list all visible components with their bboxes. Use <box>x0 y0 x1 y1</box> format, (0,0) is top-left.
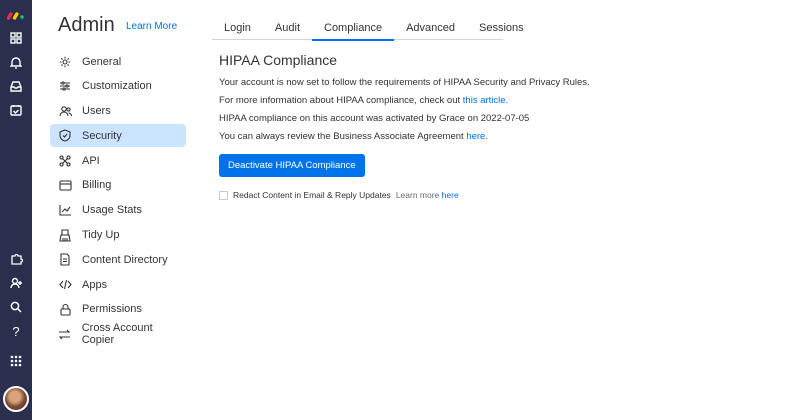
sidebar-item-cross-account-copier[interactable]: Cross Account Copier <box>50 322 186 347</box>
search-icon[interactable] <box>4 295 28 319</box>
sidebar-item-label: Content Directory <box>82 253 168 266</box>
sidebar-item-label: Customization <box>82 80 152 93</box>
sidebar-item-label: Permissions <box>82 303 142 316</box>
shield-icon <box>58 129 72 143</box>
learn-more-link[interactable]: Learn More <box>126 21 177 32</box>
tab-bar: Login Audit Compliance Advanced Sessions <box>212 18 524 41</box>
tab-compliance[interactable]: Compliance <box>312 18 395 41</box>
users-icon <box>58 104 72 118</box>
inbox-icon[interactable] <box>4 74 28 98</box>
sidebar-item-label: Billing <box>82 179 112 192</box>
sidebar-item-content-directory[interactable]: Content Directory <box>50 248 186 271</box>
sidebar-item-billing[interactable]: Billing <box>50 174 186 197</box>
sidebar-item-usage-stats[interactable]: Usage Stats <box>50 199 186 222</box>
avatar[interactable] <box>3 386 29 412</box>
apps-grid-icon[interactable] <box>4 349 28 373</box>
page-title: Admin <box>58 14 115 36</box>
sidebar-item-label: Tidy Up <box>82 229 120 242</box>
redact-content-row: Redact Content in Email & Reply Updates … <box>219 190 779 200</box>
tab-sessions[interactable]: Sessions <box>467 18 536 40</box>
help-icon[interactable]: ? <box>4 319 28 343</box>
status-text: Your account is now set to follow the re… <box>219 77 590 88</box>
sidebar-item-label: API <box>82 154 100 167</box>
redact-content-label: Redact Content in Email & Reply Updates <box>233 190 391 200</box>
tab-login[interactable]: Login <box>212 18 263 40</box>
learn-more-hint-label: Learn more <box>395 190 442 200</box>
add-user-icon[interactable] <box>4 271 28 295</box>
sidebar-item-label: Usage Stats <box>82 204 142 217</box>
bell-icon[interactable] <box>4 50 28 74</box>
sidebar-item-label: Apps <box>82 278 108 291</box>
tab-audit[interactable]: Audit <box>263 18 312 40</box>
puzzle-icon[interactable] <box>4 246 28 270</box>
sidebar-item-users[interactable]: Users <box>50 100 186 123</box>
sidebar-item-security[interactable]: Security <box>50 124 186 148</box>
sidebar-item-label: Users <box>82 105 111 118</box>
gear-icon <box>58 55 72 69</box>
sidebar-item-apps[interactable]: Apps <box>50 273 186 296</box>
admin-sidebar: General Customization Users Security API… <box>50 50 186 348</box>
sidebar-item-general[interactable]: General <box>50 50 186 73</box>
chart-icon <box>58 203 72 217</box>
redact-content-checkbox[interactable] <box>219 190 228 200</box>
sliders-icon <box>58 79 72 93</box>
learn-more-here-link[interactable]: here <box>442 190 459 200</box>
sidebar-item-label: Security <box>82 129 122 142</box>
monday-logo-icon[interactable] <box>4 2 28 26</box>
arrows-icon <box>58 327 72 341</box>
baa-text: You can always review the Business Assoc… <box>219 131 779 142</box>
sidebar-item-label: Cross Account Copier <box>81 322 153 347</box>
info-text-label: For more information about HIPAA complia… <box>219 95 463 106</box>
tab-advanced[interactable]: Advanced <box>394 18 467 40</box>
article-link[interactable]: this article. <box>463 95 508 106</box>
baa-text-label: You can always review the Business Assoc… <box>219 131 467 142</box>
lock-icon <box>58 302 72 316</box>
sidebar-item-customization[interactable]: Customization <box>50 75 186 98</box>
baa-link[interactable]: here. <box>466 131 488 142</box>
api-icon <box>58 154 72 168</box>
sidebar-item-tidy-up[interactable]: Tidy Up <box>50 224 186 247</box>
code-icon <box>58 278 72 292</box>
calendar-check-icon[interactable] <box>4 98 28 122</box>
broom-icon <box>58 228 72 242</box>
grid-icon[interactable] <box>4 26 28 50</box>
info-text: For more information about HIPAA complia… <box>219 95 779 106</box>
left-rail: ? <box>0 0 32 420</box>
deactivate-hipaa-button[interactable]: Deactivate HIPAA Compliance <box>219 154 365 177</box>
sidebar-item-label: General <box>82 55 122 68</box>
learn-more-hint: Learn more here <box>396 190 459 200</box>
section-title: HIPAA Compliance <box>219 52 338 68</box>
credit-card-icon <box>58 178 72 192</box>
activation-text: HIPAA compliance on this account was act… <box>219 113 530 124</box>
compliance-panel: HIPAA Compliance Your account is now set… <box>219 52 779 200</box>
sidebar-item-api[interactable]: API <box>50 149 186 172</box>
sidebar-item-permissions[interactable]: Permissions <box>50 298 186 321</box>
directory-icon <box>58 253 72 267</box>
